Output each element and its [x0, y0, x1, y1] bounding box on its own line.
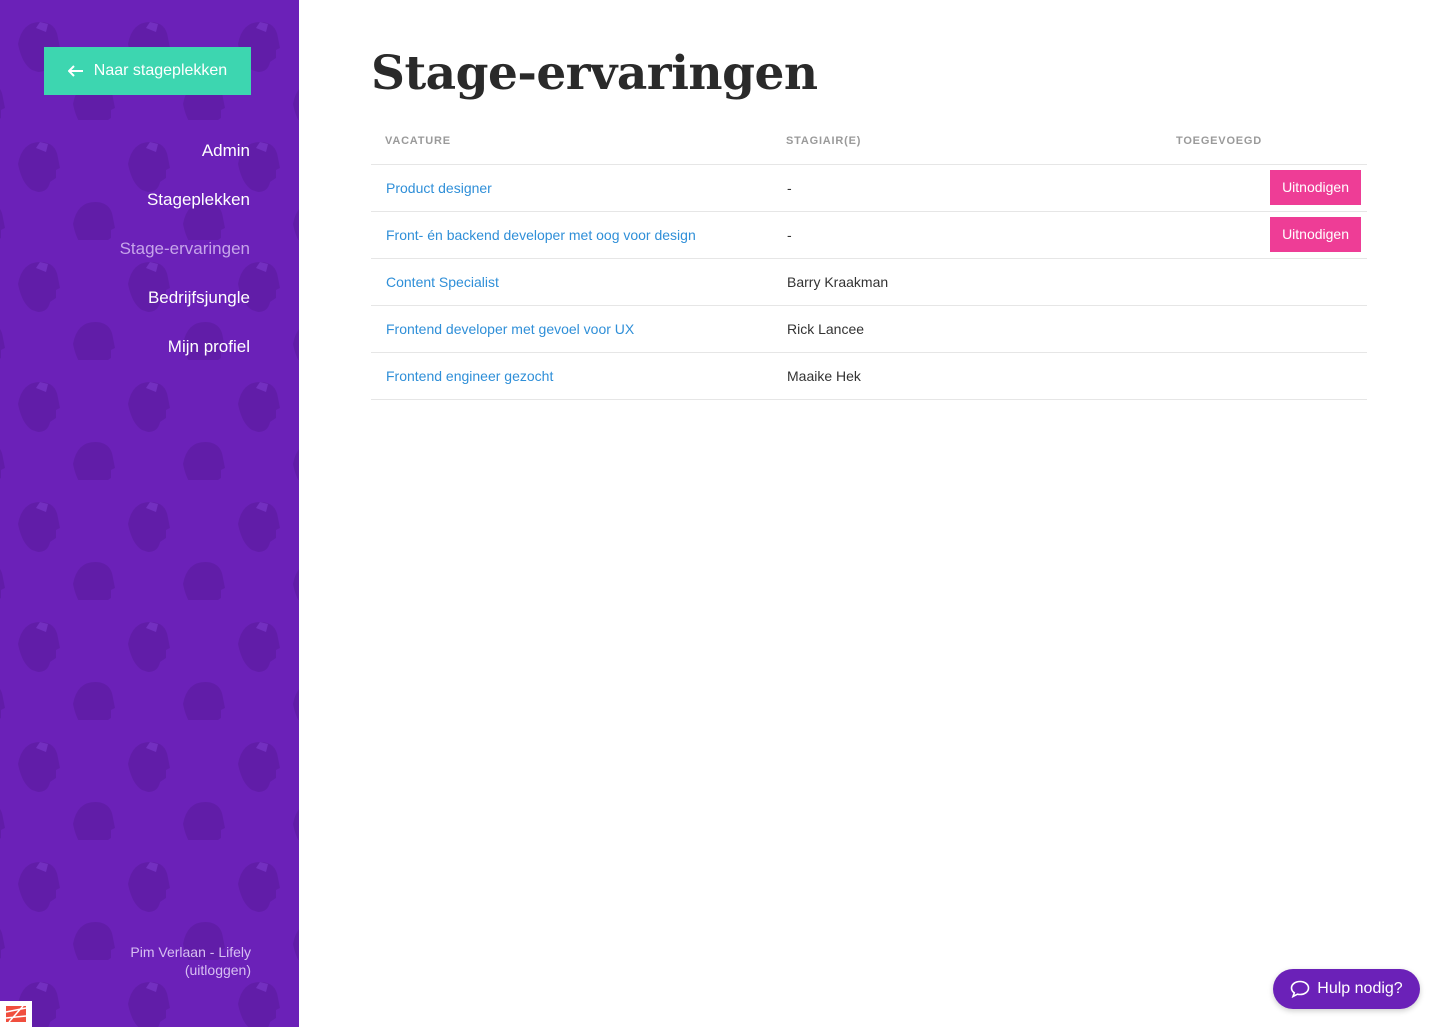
stagiair-cell: -: [772, 211, 1162, 259]
column-header-stagiair: Stagiair(e): [772, 118, 1162, 165]
vacature-link[interactable]: Front- én backend developer met oog voor…: [386, 227, 696, 243]
table-row: Frontend engineer gezocht Maaike Hek: [371, 352, 1367, 400]
page-title: Stage-ervaringen: [371, 46, 818, 101]
vacature-link[interactable]: Content Specialist: [386, 274, 499, 290]
vacature-link[interactable]: Frontend developer met gevoel voor UX: [386, 321, 634, 337]
vacature-link[interactable]: Product designer: [386, 180, 492, 196]
experiences-table: Vacature Stagiair(e) Toegevoegd Product …: [371, 118, 1367, 400]
toegevoegd-cell: [1162, 352, 1367, 400]
table-header-row: Vacature Stagiair(e) Toegevoegd: [371, 118, 1367, 165]
nav-item-mijn-profiel[interactable]: Mijn profiel: [120, 332, 250, 381]
invite-button[interactable]: Uitnodigen: [1270, 217, 1361, 252]
sidebar-nav: Admin Stageplekken Stage-ervaringen Bedr…: [120, 136, 250, 381]
sidebar: Naar stageplekken Admin Stageplekken Sta…: [0, 0, 299, 1027]
main-content: Stage-ervaringen Vacature Stagiair(e) To…: [299, 0, 1439, 1027]
stagiair-cell: Rick Lancee: [772, 305, 1162, 353]
column-header-toegevoegd: Toegevoegd: [1162, 118, 1367, 165]
arrow-left-icon: [67, 65, 84, 77]
table-row: Product designer - Uitnodigen: [371, 164, 1367, 212]
back-button-label: Naar stageplekken: [93, 62, 228, 79]
chat-bubble-icon: [1290, 980, 1310, 998]
nav-item-stage-ervaringen[interactable]: Stage-ervaringen: [120, 234, 250, 283]
stagiair-cell: Maaike Hek: [772, 352, 1162, 400]
table-row: Content Specialist Barry Kraakman: [371, 258, 1367, 306]
logout-link[interactable]: (uitloggen): [130, 961, 251, 979]
bottom-logo-icon[interactable]: [0, 1001, 32, 1027]
toegevoegd-cell: [1162, 305, 1367, 353]
help-label: Hulp nodig?: [1317, 980, 1403, 997]
nav-item-stageplekken[interactable]: Stageplekken: [120, 185, 250, 234]
sidebar-user-info: Pim Verlaan - Lifely (uitloggen): [130, 943, 251, 979]
back-to-stageplekken-button[interactable]: Naar stageplekken: [44, 47, 251, 95]
invite-button[interactable]: Uitnodigen: [1270, 170, 1361, 205]
column-header-vacature: Vacature: [371, 118, 772, 165]
vacature-link[interactable]: Frontend engineer gezocht: [386, 368, 553, 384]
nav-item-admin[interactable]: Admin: [120, 136, 250, 185]
help-button[interactable]: Hulp nodig?: [1273, 969, 1420, 1009]
toegevoegd-cell: [1162, 258, 1367, 306]
stagiair-cell: Barry Kraakman: [772, 258, 1162, 306]
stagiair-cell: -: [772, 164, 1162, 212]
table-row: Frontend developer met gevoel voor UX Ri…: [371, 305, 1367, 353]
table-row: Front- én backend developer met oog voor…: [371, 211, 1367, 259]
user-name: Pim Verlaan - Lifely: [130, 944, 251, 960]
nav-item-bedrijfsjungle[interactable]: Bedrijfsjungle: [120, 283, 250, 332]
